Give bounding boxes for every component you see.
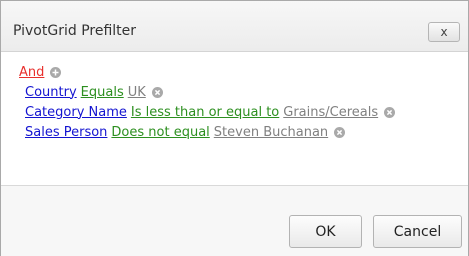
dialog-footer: OK Cancel xyxy=(1,185,468,256)
condition-value-link[interactable]: UK xyxy=(128,85,146,100)
condition-operator-link[interactable]: Is less than or equal to xyxy=(131,105,279,120)
prefilter-dialog: PivotGrid Prefilter x And Country Equals… xyxy=(0,0,469,256)
condition-row: Category Name Is less than or equal to G… xyxy=(25,102,396,122)
condition-operator-link[interactable]: Equals xyxy=(81,85,124,100)
group-operator-link[interactable]: And xyxy=(19,65,44,80)
close-button[interactable]: x xyxy=(428,22,460,42)
title-bar: PivotGrid Prefilter x xyxy=(1,1,468,52)
condition-row: Sales Person Does not equal Steven Bucha… xyxy=(25,122,346,142)
condition-field-link[interactable]: Category Name xyxy=(25,105,127,120)
cancel-button[interactable]: Cancel xyxy=(373,215,462,248)
condition-value-link[interactable]: Steven Buchanan xyxy=(214,125,328,140)
condition-operator-link[interactable]: Does not equal xyxy=(111,125,209,140)
remove-circle-icon[interactable] xyxy=(384,106,396,118)
filter-editor: And Country Equals UK Category Name Is l… xyxy=(1,52,468,185)
condition-field-link[interactable]: Country xyxy=(25,85,77,100)
remove-circle-icon[interactable] xyxy=(334,126,346,138)
dialog-title: PivotGrid Prefilter xyxy=(13,23,137,39)
condition-field-link[interactable]: Sales Person xyxy=(25,125,107,140)
condition-row: Country Equals UK xyxy=(25,82,163,102)
ok-button[interactable]: OK xyxy=(289,215,362,248)
close-icon: x xyxy=(440,25,448,39)
condition-value-link[interactable]: Grains/Cereals xyxy=(283,105,378,120)
remove-circle-icon[interactable] xyxy=(151,86,163,98)
group-row: And xyxy=(19,62,62,82)
plus-circle-icon[interactable] xyxy=(50,66,62,78)
